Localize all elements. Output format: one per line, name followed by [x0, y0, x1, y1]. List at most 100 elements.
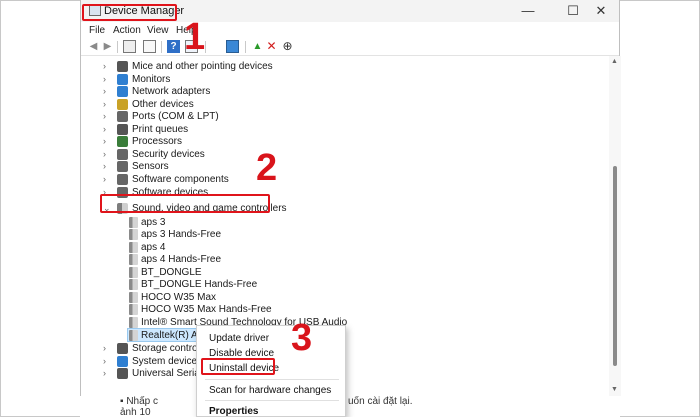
security-icon	[117, 148, 128, 160]
tree-item-label: Monitors	[132, 73, 171, 85]
speaker-icon	[129, 254, 138, 266]
toolbar-separator	[117, 41, 118, 53]
enable-device-icon[interactable]: ▲	[251, 40, 264, 53]
tree-item-label: Network adapters	[132, 86, 211, 98]
device-label: HOCO W35 Max Hands-Free	[141, 304, 272, 316]
chevron-right-icon[interactable]: ›	[103, 110, 111, 123]
update-driver-icon[interactable]: ⊕	[281, 40, 294, 53]
background-text-tail: uốn cài đặt lại.	[348, 396, 413, 407]
tree-device-item[interactable]: HOCO W35 Max Hands-Free	[129, 303, 449, 316]
menu-view[interactable]: View	[147, 25, 169, 36]
tree-category-other-devices[interactable]: › Other devices	[103, 98, 403, 111]
tree-item-label: Software components	[132, 173, 229, 185]
tree-item-label: Processors	[132, 136, 183, 148]
tree-category-ports-com-lpt[interactable]: › Ports (COM & LPT)	[103, 110, 403, 123]
tree-item-label: System devices	[132, 355, 203, 367]
tree-item-label: Security devices	[132, 148, 205, 160]
toolbar-separator	[161, 41, 162, 53]
tree-category-software-components[interactable]: › Software components	[103, 173, 403, 186]
tree-item-label: Sensors	[132, 161, 169, 173]
chevron-right-icon[interactable]: ›	[103, 73, 111, 86]
step-number-2: 2	[256, 147, 278, 189]
menu-scan-hardware[interactable]: Scan for hardware changes	[209, 385, 331, 396]
forward-arrow-icon[interactable]: ▶	[101, 40, 114, 53]
component-icon	[117, 173, 128, 185]
minimize-button[interactable]: —	[508, 1, 548, 21]
vertical-scrollbar[interactable]: ▲ ▼	[609, 56, 621, 396]
device-label: Realtek(R) A	[141, 329, 198, 341]
tree-category-mice-and-other-pointing-devices[interactable]: › Mice and other pointing devices	[103, 60, 403, 73]
tree-category-network-adapters[interactable]: › Network adapters	[103, 85, 403, 98]
properties-icon[interactable]	[123, 40, 136, 53]
highlight-sound-category	[100, 194, 270, 213]
scroll-thumb[interactable]	[613, 166, 617, 366]
chevron-right-icon[interactable]: ›	[103, 123, 111, 136]
tree-category-sensors[interactable]: › Sensors	[103, 160, 403, 173]
tree-category-print-queues[interactable]: › Print queues	[103, 123, 403, 136]
chevron-right-icon[interactable]: ›	[103, 342, 111, 355]
menu-update-driver[interactable]: Update driver	[209, 333, 269, 344]
chevron-right-icon[interactable]: ›	[103, 98, 111, 111]
monitor-icon	[117, 73, 128, 85]
tree-item-label: Mice and other pointing devices	[132, 61, 273, 72]
uninstall-x-icon[interactable]: ✕	[265, 40, 278, 53]
speaker-icon	[129, 266, 138, 278]
chevron-right-icon[interactable]: ›	[103, 148, 111, 161]
storage-icon	[117, 343, 128, 355]
tree-item-label: Other devices	[132, 98, 194, 110]
scroll-up-icon[interactable]: ▲	[611, 58, 618, 65]
chevron-right-icon[interactable]: ›	[103, 160, 111, 173]
speaker-icon	[129, 304, 138, 316]
speaker-icon	[129, 216, 138, 228]
tree-device-item[interactable]: aps 3	[129, 216, 449, 229]
menu-file[interactable]: File	[89, 25, 105, 36]
highlight-window-title	[82, 4, 177, 21]
chip-icon	[117, 136, 128, 148]
background-text: ▪ Nhấp c	[120, 396, 159, 407]
unknown-device-icon	[117, 98, 128, 110]
tree-item-label: Print queues	[132, 123, 189, 135]
chevron-right-icon[interactable]: ›	[103, 60, 111, 73]
tree-item-label: Ports (COM & LPT)	[132, 111, 219, 123]
chevron-right-icon[interactable]: ›	[103, 173, 111, 186]
speaker-icon	[129, 241, 138, 253]
highlight-uninstall-device	[201, 358, 275, 375]
background-caption: ảnh 10	[120, 407, 151, 417]
printer-icon	[117, 123, 128, 135]
chevron-right-icon[interactable]: ›	[103, 367, 111, 380]
tree-device-item[interactable]: aps 3 Hands-Free	[129, 228, 449, 241]
tree-device-item[interactable]: HOCO W35 Max	[129, 291, 449, 304]
device-label: aps 3 Hands-Free	[141, 229, 222, 241]
menu-action[interactable]: Action	[113, 25, 141, 36]
system-icon	[117, 355, 128, 367]
back-arrow-icon[interactable]: ◀	[87, 40, 100, 53]
device-label: HOCO W35 Max	[141, 291, 217, 303]
monitor-icon[interactable]	[226, 40, 239, 53]
tree-category-processors[interactable]: › Processors	[103, 135, 403, 148]
device-label: BT_DONGLE Hands-Free	[141, 279, 258, 291]
device-label: aps 4	[141, 241, 166, 253]
view-icon[interactable]	[143, 40, 156, 53]
toolbar: ◀ ▶ ? ▲ ✕ ⊕	[81, 38, 619, 56]
tree-item-label: Universal Serial	[132, 368, 203, 380]
tree-device-item[interactable]: BT_DONGLE	[129, 266, 449, 279]
step-number-1: 1	[184, 16, 206, 58]
tree-category-monitors[interactable]: › Monitors	[103, 73, 403, 86]
tree-device-item[interactable]: aps 4 Hands-Free	[129, 253, 449, 266]
sensor-icon	[117, 161, 128, 173]
scroll-down-icon[interactable]: ▼	[611, 386, 618, 393]
speaker-icon	[129, 229, 138, 241]
tree-device-item[interactable]: aps 4	[129, 241, 449, 254]
menu-properties[interactable]: Properties	[209, 406, 258, 417]
help-icon[interactable]: ?	[167, 40, 180, 53]
chevron-right-icon[interactable]: ›	[103, 135, 111, 148]
chevron-right-icon[interactable]: ›	[103, 355, 111, 368]
tree-category-security-devices[interactable]: › Security devices	[103, 148, 403, 161]
speaker-icon	[129, 279, 138, 291]
speaker-icon	[129, 291, 138, 303]
chevron-right-icon[interactable]: ›	[103, 85, 111, 98]
menu-separator	[205, 379, 339, 380]
tree-device-item[interactable]: BT_DONGLE Hands-Free	[129, 278, 449, 291]
close-button[interactable]: ✕	[581, 1, 621, 21]
usb-icon	[117, 368, 128, 380]
